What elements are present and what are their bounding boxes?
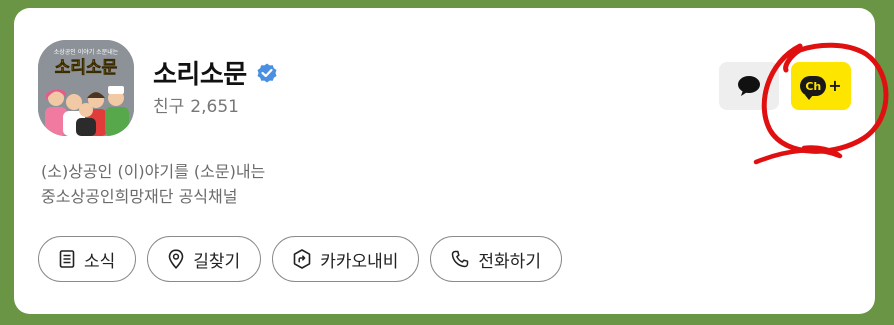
document-icon: [59, 250, 75, 268]
news-button[interactable]: 소식: [38, 236, 137, 282]
friends-count: 친구 2,651: [153, 92, 239, 117]
speech-bubble-icon: [738, 76, 760, 96]
channel-add-label: Ch: [800, 76, 827, 100]
channel-add-icon: Ch +: [800, 76, 842, 100]
add-channel-button[interactable]: Ch +: [791, 62, 851, 110]
kakaonavi-label: 카카오내비: [320, 251, 399, 272]
channel-add-plus: +: [828, 76, 842, 95]
directions-label: 길찾기: [193, 251, 241, 272]
avatar-logo-text: 소리소문: [55, 58, 118, 78]
phone-icon: [452, 250, 469, 268]
friends-number: 2,651: [190, 97, 239, 117]
channel-profile-card: 소상공인 이야기 소문내는 소리소문 소리소문 친구 2,651 (소)상공인 …: [14, 8, 875, 314]
verified-badge-icon: [257, 63, 277, 82]
action-bar: 소식 길찾기 카카오내비 전화하기: [38, 236, 562, 282]
directions-button[interactable]: 길찾기: [147, 236, 262, 282]
kakaonavi-button[interactable]: 카카오내비: [272, 236, 420, 282]
chat-button[interactable]: [719, 62, 779, 110]
navi-icon: [293, 249, 311, 269]
location-pin-icon: [168, 249, 184, 269]
channel-description: (소)상공인 (이)야기를 (소문)내는 중소상공인희망재단 공식채널: [41, 159, 265, 209]
friends-label: 친구: [153, 97, 185, 117]
channel-title: 소리소문: [153, 54, 279, 91]
channel-avatar[interactable]: 소상공인 이야기 소문내는 소리소문: [38, 40, 134, 136]
call-label: 전화하기: [478, 251, 541, 272]
avatar-illustration: 소상공인 이야기 소문내는 소리소문: [38, 40, 134, 136]
description-line-1: (소)상공인 (이)야기를 (소문)내는: [41, 162, 266, 181]
description-line-2: 중소상공인희망재단 공식채널: [41, 187, 238, 206]
avatar-tagline: 소상공인 이야기 소문내는: [54, 48, 119, 56]
call-button[interactable]: 전화하기: [430, 236, 562, 282]
news-label: 소식: [84, 251, 116, 272]
channel-name: 소리소문: [153, 60, 247, 90]
